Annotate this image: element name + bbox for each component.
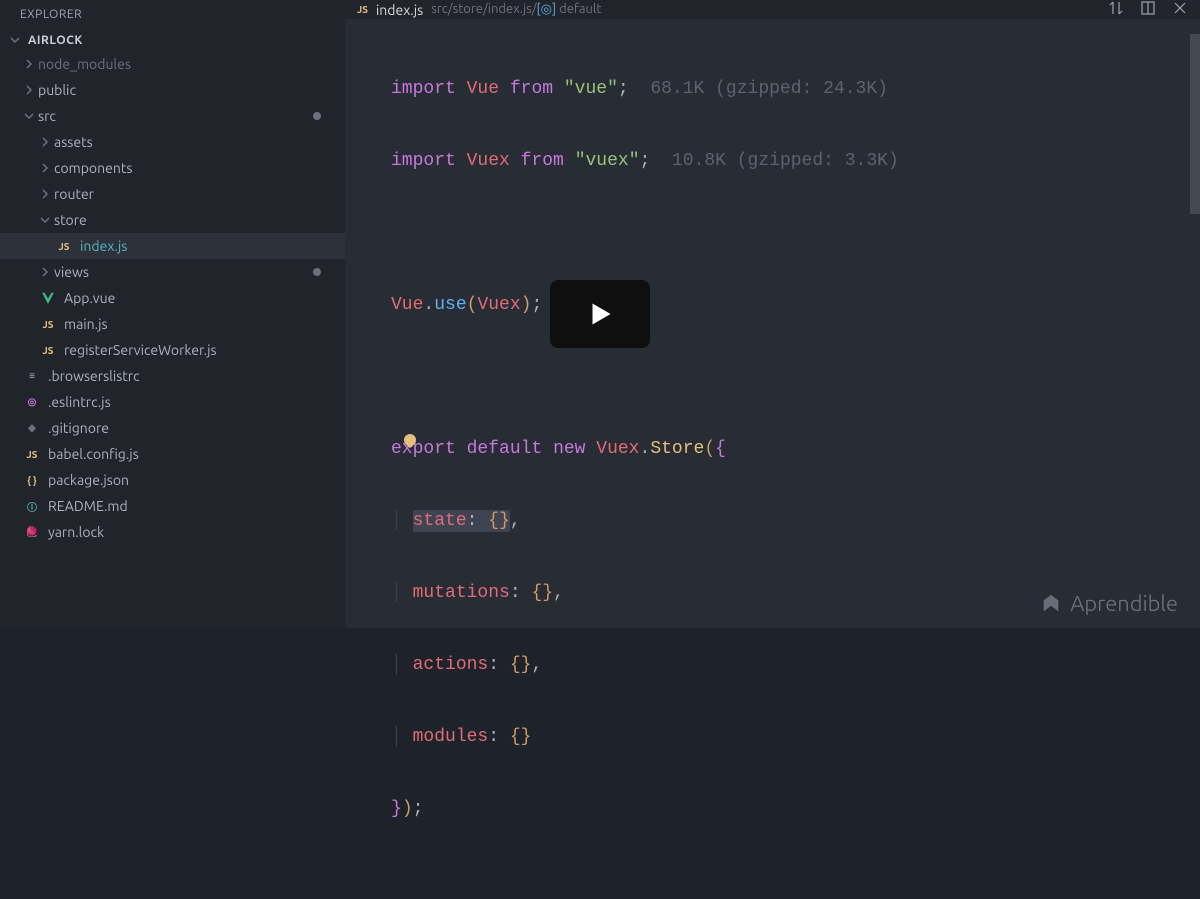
tree-folder[interactable]: public	[0, 77, 345, 103]
modified-indicator	[313, 112, 321, 120]
tree-item-label: components	[54, 160, 132, 176]
tree-item-label: App.vue	[64, 290, 115, 306]
scrollbar-thumb[interactable]	[1190, 34, 1200, 214]
chevron-right-icon	[38, 265, 52, 279]
chevron-down-icon	[38, 213, 52, 227]
chevron-right-icon	[38, 161, 52, 175]
tree-folder[interactable]: assets	[0, 129, 345, 155]
tree-file[interactable]: ⓘ README.md	[0, 493, 345, 519]
tree-item-label: .eslintrc.js	[48, 394, 111, 410]
breadcrumb[interactable]: src/store/index.js/[◎] default	[431, 2, 601, 17]
project-name: AIRLOCK	[28, 34, 83, 47]
tree-file[interactable]: JS babel.config.js	[0, 441, 345, 467]
tree-item-label: src	[38, 108, 56, 124]
js-icon: JS	[38, 345, 58, 356]
tree-item-label: main.js	[64, 316, 108, 332]
tree-file[interactable]: JS index.js	[0, 233, 345, 259]
tree-file[interactable]: 🧶 yarn.lock	[0, 519, 345, 545]
scrollbar[interactable]	[1190, 34, 1200, 628]
tree-folder[interactable]: src	[0, 103, 345, 129]
js-icon: JS	[38, 319, 58, 330]
compare-icon[interactable]	[1108, 0, 1124, 19]
tree-file[interactable]: { } package.json	[0, 467, 345, 493]
chevron-right-icon	[38, 187, 52, 201]
git-icon: ◆	[22, 422, 42, 434]
chevron-down-icon	[22, 109, 36, 123]
tree-item-label: index.js	[80, 238, 127, 254]
editor-pane: JS index.js src/store/index.js/[◎] defau…	[345, 0, 1200, 628]
tree-item-label: registerServiceWorker.js	[64, 342, 217, 358]
tree-file[interactable]: ◎ .eslintrc.js	[0, 389, 345, 415]
info-icon: ⓘ	[22, 499, 42, 514]
tree-folder[interactable]: views	[0, 259, 345, 285]
tree-item-label: views	[54, 264, 89, 280]
explorer-sidebar: EXPLORER AIRLOCK node_modulespublic src as…	[0, 0, 345, 628]
yarn-icon: 🧶	[22, 526, 42, 538]
tree-item-label: public	[38, 82, 76, 98]
tab-filename[interactable]: index.js	[376, 2, 423, 18]
tree-folder[interactable]: store	[0, 207, 345, 233]
js-icon: JS	[22, 449, 42, 460]
file-tree: node_modulespublic src assets components rou…	[0, 51, 345, 628]
split-editor-icon[interactable]	[1140, 0, 1156, 19]
tree-item-label: README.md	[48, 498, 128, 514]
tree-folder[interactable]: node_modules	[0, 51, 345, 77]
vue-icon	[38, 291, 58, 305]
tree-item-label: babel.config.js	[48, 446, 139, 462]
close-icon[interactable]	[1172, 0, 1188, 19]
tree-file[interactable]: JS registerServiceWorker.js	[0, 337, 345, 363]
chevron-right-icon	[22, 57, 36, 71]
tree-item-label: package.json	[48, 472, 129, 488]
project-header[interactable]: AIRLOCK	[0, 29, 345, 51]
tree-file[interactable]: JS main.js	[0, 311, 345, 337]
tree-file[interactable]: ≡ .browserslistrc	[0, 363, 345, 389]
js-icon: JS	[357, 4, 368, 15]
tree-item-label: .gitignore	[48, 420, 109, 436]
file-icon: ≡	[22, 370, 42, 382]
json-icon: { }	[22, 475, 42, 486]
explorer-title: EXPLORER	[0, 0, 345, 29]
tree-item-label: assets	[54, 134, 93, 150]
code-editor[interactable]: import Vue from "vue"; 68.1K (gzipped: 2…	[345, 19, 1200, 899]
chevron-right-icon	[22, 83, 36, 97]
play-button[interactable]	[550, 280, 650, 348]
tree-item-label: node_modules	[38, 56, 131, 72]
tree-item-label: store	[54, 212, 87, 228]
chevron-down-icon	[8, 33, 22, 47]
tree-item-label: yarn.lock	[48, 524, 104, 540]
tree-file[interactable]: App.vue	[0, 285, 345, 311]
watermark-logo: Aprendible	[1040, 591, 1178, 616]
tree-folder[interactable]: router	[0, 181, 345, 207]
tree-folder[interactable]: components	[0, 155, 345, 181]
tab-bar: JS index.js src/store/index.js/[◎] defau…	[345, 0, 1200, 19]
chevron-right-icon	[38, 135, 52, 149]
modified-indicator	[313, 268, 321, 276]
tree-item-label: .browserslistrc	[48, 368, 140, 384]
js-icon: JS	[54, 241, 74, 252]
eslint-icon: ◎	[22, 396, 42, 408]
tree-file[interactable]: ◆ .gitignore	[0, 415, 345, 441]
tree-item-label: router	[54, 186, 94, 202]
